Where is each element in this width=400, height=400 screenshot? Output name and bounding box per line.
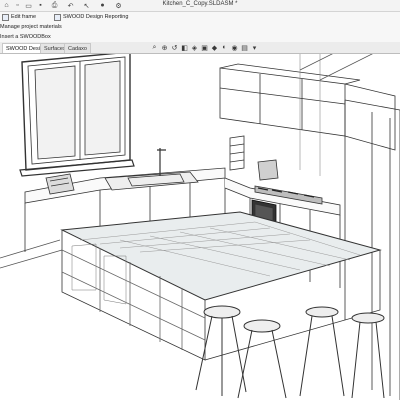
view-orientation-icon[interactable]: ▣ bbox=[200, 43, 209, 52]
edit-appearance-icon[interactable]: ◉ bbox=[230, 43, 239, 52]
manage-materials-label: Manage project materials bbox=[0, 24, 62, 30]
window-title: Kitchen_C_Copy.SLDASM * bbox=[162, 1, 238, 7]
kitchen-wireframe-model bbox=[0, 54, 400, 400]
section-view-icon[interactable]: ◧ bbox=[180, 43, 189, 52]
tab-cadaxo[interactable]: Cadaxo bbox=[64, 43, 91, 53]
previous-view-icon[interactable]: ↺ bbox=[170, 43, 179, 52]
report-icon bbox=[54, 13, 61, 21]
view-settings-icon[interactable]: ▾ bbox=[250, 43, 259, 52]
graphics-viewport[interactable] bbox=[0, 54, 400, 400]
command-row-2: Manage project materials bbox=[0, 22, 400, 32]
manage-materials-button[interactable]: Manage project materials bbox=[0, 23, 62, 31]
display-style-icon[interactable]: ◆ bbox=[210, 43, 219, 52]
app-window: ⌂ ▫ ▭ ▪ ⎙ ↶ ↖ ● ⚙ Kitchen_C_Copy.SLDASM … bbox=[0, 0, 400, 400]
command-row-1: Edit frame SWOOD Design Reporting bbox=[0, 12, 400, 22]
command-row-3: Insert a SWOODBox bbox=[0, 32, 400, 42]
bar-stools bbox=[195, 305, 385, 399]
kitchen-island bbox=[60, 211, 382, 361]
tall-units bbox=[299, 54, 400, 400]
coffee-machine bbox=[257, 159, 279, 181]
edit-frame-button[interactable]: Edit frame bbox=[2, 13, 36, 21]
hide-show-icon[interactable]: ◐ bbox=[220, 43, 229, 52]
scene-icon[interactable]: ▤ bbox=[240, 43, 249, 52]
frame-icon bbox=[2, 13, 9, 21]
design-reporting-label: SWOOD Design Reporting bbox=[63, 14, 129, 20]
title-bar: ⌂ ▫ ▭ ▪ ⎙ ↶ ↖ ● ⚙ Kitchen_C_Copy.SLDASM … bbox=[0, 0, 400, 12]
toaster bbox=[45, 173, 75, 195]
dynamic-annotation-icon[interactable]: ◈ bbox=[190, 43, 199, 52]
floor-line bbox=[0, 239, 63, 269]
view-toolbar: ⌕ ⊕ ↺ ◧ ◈ ▣ ◆ ◐ ◉ ▤ ▾ bbox=[150, 43, 259, 52]
insert-swoodbox-button[interactable]: Insert a SWOODBox bbox=[0, 33, 51, 41]
zoom-to-fit-icon[interactable]: ⌕ bbox=[150, 43, 159, 52]
insert-swoodbox-label: Insert a SWOODBox bbox=[0, 34, 51, 40]
edit-frame-label: Edit frame bbox=[11, 14, 37, 20]
window-frame bbox=[19, 54, 135, 177]
design-reporting-button[interactable]: SWOOD Design Reporting bbox=[54, 13, 128, 21]
upper-cabinets bbox=[219, 63, 396, 151]
spice-rack bbox=[229, 135, 245, 171]
zoom-area-icon[interactable]: ⊕ bbox=[160, 43, 169, 52]
